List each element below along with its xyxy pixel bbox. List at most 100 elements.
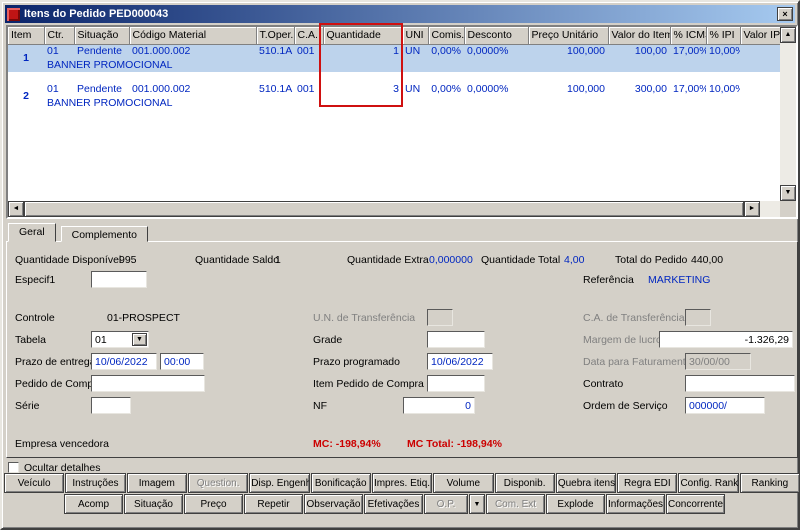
cell-preco-unitario[interactable]: 100,000 (528, 82, 608, 96)
contrato-field[interactable] (685, 375, 795, 392)
acomp-button[interactable]: Acomp (64, 494, 123, 514)
cell-valor-ipi[interactable] (740, 44, 780, 58)
cell-situacao[interactable]: Pendente (74, 44, 129, 58)
scroll-left-icon[interactable]: ◄ (8, 201, 24, 217)
volume-button[interactable]: Volume (433, 473, 494, 493)
efetivacoes-button[interactable]: Efetivações (364, 494, 423, 514)
tab-complemento[interactable]: Complemento (60, 226, 148, 242)
cell-desconto[interactable]: 0,0000% (464, 82, 528, 96)
cell-item[interactable]: 1 (8, 44, 44, 72)
col-t-oper[interactable]: T.Oper. (256, 27, 295, 45)
cell-codigo-material[interactable]: 001.000.002 (129, 82, 256, 96)
quebra-itens-button[interactable]: Quebra itens (555, 473, 617, 493)
cell-valor-do-item[interactable]: 300,00 (608, 82, 670, 96)
nf-field[interactable]: 0 (403, 397, 475, 414)
cell-situacao[interactable]: Pendente (74, 82, 129, 96)
repetir-button[interactable]: Repetir (244, 494, 303, 514)
table-row-2-description[interactable]: BANNER PROMOCIONAL (8, 96, 780, 110)
col-ctr[interactable]: Ctr. (44, 27, 75, 45)
cell-ca[interactable]: 001 (294, 44, 323, 58)
veiculo-button[interactable]: Veículo (4, 473, 65, 493)
quantidade-total-label: Quantidade Total (481, 254, 561, 266)
cell-icms[interactable]: 17,00% (670, 44, 706, 58)
table-row-2[interactable]: 2 01 Pendente 001.000.002 510.1A 001 3 U… (8, 82, 780, 110)
cell-ctr[interactable]: 01 (44, 44, 74, 58)
disp-engenh-button[interactable]: Disp. Engenh. (249, 473, 310, 493)
preco-button[interactable]: Preço (184, 494, 243, 514)
scroll-up-icon[interactable]: ▲ (780, 27, 796, 43)
item-pedido-compra-field[interactable] (427, 375, 485, 392)
col-desconto[interactable]: Desconto (464, 27, 529, 45)
cell-icms[interactable]: 17,00% (670, 82, 706, 96)
especif1-field[interactable] (91, 271, 147, 288)
cell-valor-do-item[interactable]: 100,00 (608, 44, 670, 58)
vertical-scrollbar[interactable]: ▲ ▼ (780, 27, 796, 201)
cell-uni[interactable]: UN (402, 44, 428, 58)
explode-button[interactable]: Explode (546, 494, 605, 514)
situacao-button[interactable]: Situação (124, 494, 183, 514)
col-valor-do-item[interactable]: Valor do Item (608, 27, 671, 45)
pedido-compra-field[interactable] (91, 375, 205, 392)
informacoes-button[interactable]: Informações (606, 494, 665, 514)
cell-descricao[interactable]: BANNER PROMOCIONAL (44, 96, 780, 110)
regra-edi-button[interactable]: Regra EDI (617, 473, 678, 493)
horizontal-scrollbar[interactable]: ◄ ► (8, 201, 780, 217)
ocultar-detalhes-checkbox[interactable] (8, 462, 19, 473)
prazo-programado-field[interactable]: 10/06/2022 (427, 353, 493, 370)
observacao-button[interactable]: Observação (304, 494, 363, 514)
col-quantidade[interactable]: Quantidade (323, 27, 403, 45)
chevron-down-icon[interactable]: ▼ (132, 333, 147, 346)
cell-descricao[interactable]: BANNER PROMOCIONAL (44, 58, 780, 72)
cell-codigo-material[interactable]: 001.000.002 (129, 44, 256, 58)
quantidade-extra-value: 0,000000 (429, 254, 473, 266)
table-row-1[interactable]: 1 01 Pendente 001.000.002 510.1A 001 1 U… (8, 44, 780, 72)
col-comis[interactable]: Comis. (428, 27, 465, 45)
cell-ctr[interactable]: 01 (44, 82, 74, 96)
cell-preco-unitario[interactable]: 100,000 (528, 44, 608, 58)
col-icms[interactable]: % ICMS (670, 27, 707, 45)
cell-ipi[interactable]: 10,00% (706, 82, 740, 96)
config-rank-button[interactable]: Config. Rank. (678, 473, 739, 493)
cell-valor-ipi[interactable] (740, 82, 780, 96)
prazo-entrega-date-field[interactable]: 10/06/2022 (91, 353, 157, 370)
col-ipi[interactable]: % IPI (706, 27, 741, 45)
impres-etiq-button[interactable]: Impres. Etiq. (371, 473, 433, 493)
tab-geral[interactable]: Geral (8, 223, 56, 242)
col-uni[interactable]: UNI (402, 27, 429, 45)
grade-field[interactable] (427, 331, 485, 348)
cell-comis[interactable]: 0,00% (428, 82, 464, 96)
serie-field[interactable] (91, 397, 131, 414)
cell-item[interactable]: 2 (8, 82, 44, 110)
col-codigo-material[interactable]: Código Material (129, 27, 257, 45)
scroll-down-icon[interactable]: ▼ (780, 185, 796, 201)
disponib-button[interactable]: Disponib. (494, 473, 555, 493)
prazo-entrega-time-field[interactable]: 00:00 (160, 353, 204, 370)
col-situacao[interactable]: Situação (74, 27, 130, 45)
tabela-combobox[interactable]: 01 ▼ (91, 331, 149, 348)
ranking-button[interactable]: Ranking (739, 473, 800, 493)
cell-desconto[interactable]: 0,0000% (464, 44, 528, 58)
col-ca[interactable]: C.A. (294, 27, 324, 45)
table-row-1-description[interactable]: BANNER PROMOCIONAL (8, 58, 780, 72)
cell-comis[interactable]: 0,00% (428, 44, 464, 58)
col-item[interactable]: Item (8, 27, 45, 45)
cell-uni[interactable]: UN (402, 82, 428, 96)
cell-t-oper[interactable]: 510.1A (256, 82, 294, 96)
imagem-button[interactable]: Imagem (126, 473, 187, 493)
cell-quantidade[interactable]: 1 (323, 44, 402, 58)
scroll-right-icon[interactable]: ► (744, 201, 760, 217)
col-valor-ipi[interactable]: Valor IPI (740, 27, 781, 45)
horizontal-scroll-thumb[interactable] (24, 201, 744, 217)
bonificacao-button[interactable]: Bonificação (310, 473, 371, 493)
close-icon[interactable]: × (777, 7, 793, 21)
col-preco-unitario[interactable]: Preço Unitário (528, 27, 609, 45)
cell-ca[interactable]: 001 (294, 82, 323, 96)
concorrente-button[interactable]: Concorrente (666, 494, 725, 514)
ordem-servico-field[interactable]: 000000/ (685, 397, 765, 414)
cell-ipi[interactable]: 10,00% (706, 44, 740, 58)
cell-quantidade[interactable]: 3 (323, 82, 402, 96)
instrucoes-button[interactable]: Instruções (65, 473, 126, 493)
op-dropdown-icon[interactable]: ▼ (469, 494, 485, 514)
cell-t-oper[interactable]: 510.1A (256, 44, 294, 58)
titlebar[interactable]: Itens do Pedido PED000043 × (5, 5, 795, 23)
